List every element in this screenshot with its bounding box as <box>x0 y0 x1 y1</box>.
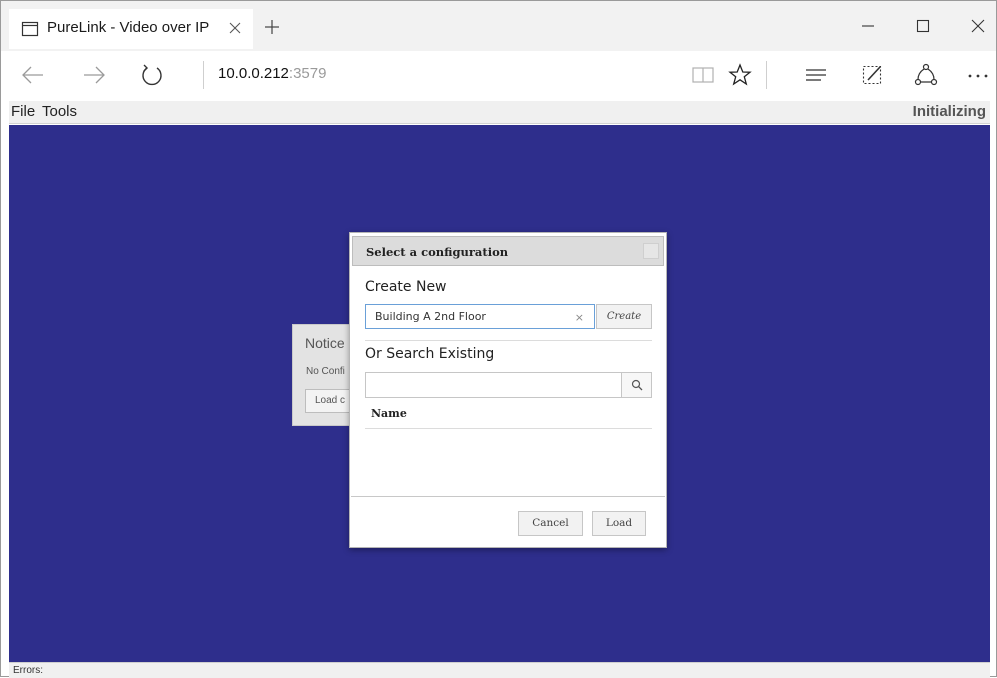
navigation-bar: 10.0.0.212:3579 <box>1 51 996 99</box>
close-window-icon[interactable] <box>967 15 989 37</box>
errors-bar: Errors: <box>9 662 990 678</box>
forward-icon[interactable] <box>81 62 107 88</box>
web-note-icon[interactable] <box>860 62 886 88</box>
tab-title: PureLink - Video over IP <box>47 19 210 36</box>
menu-tools[interactable]: Tools <box>42 103 77 120</box>
back-icon[interactable] <box>20 62 46 88</box>
configuration-list <box>365 430 652 494</box>
table-header-divider <box>365 428 652 429</box>
address-separator <box>203 61 204 89</box>
clear-input-icon[interactable]: × <box>575 311 584 324</box>
create-button[interactable]: Create <box>596 304 652 329</box>
errors-label: Errors: <box>13 665 43 676</box>
toolbar-separator <box>766 61 767 89</box>
search-field[interactable] <box>365 372 652 398</box>
section-divider <box>365 340 652 341</box>
dialog-title: Select a configuration <box>366 245 509 259</box>
dialog-close-button[interactable] <box>643 243 659 259</box>
search-existing-label: Or Search Existing <box>365 346 495 362</box>
select-configuration-dialog: Select a configuration Create New × Crea… <box>349 232 667 548</box>
status-text: Initializing <box>912 103 986 120</box>
search-input[interactable] <box>366 373 616 397</box>
load-button[interactable]: Load <box>592 511 646 536</box>
browser-tab-active[interactable]: PureLink - Video over IP <box>9 9 253 49</box>
address-host: 10.0.0.212 <box>218 65 289 82</box>
hub-icon[interactable] <box>803 62 829 88</box>
page-icon <box>21 21 39 37</box>
menu-file[interactable]: File <box>11 103 35 120</box>
cancel-button[interactable]: Cancel <box>518 511 583 536</box>
more-icon[interactable] <box>965 62 991 88</box>
configuration-name-input[interactable] <box>366 305 566 328</box>
footer-divider <box>351 496 665 497</box>
favorite-star-icon[interactable] <box>727 62 753 88</box>
search-icon <box>631 379 643 391</box>
browser-window: PureLink - Video over IP 10.0.0.212:3579… <box>0 0 997 678</box>
search-button[interactable] <box>621 373 651 397</box>
create-new-label: Create New <box>365 279 447 295</box>
notice-message: No Confi <box>306 366 345 377</box>
notice-title: Notice <box>305 335 345 351</box>
tab-bar: PureLink - Video over IP <box>1 1 996 51</box>
address-port: :3579 <box>288 65 327 82</box>
app-menubar: File Tools Initializing <box>9 101 990 124</box>
minimize-icon[interactable] <box>857 15 879 37</box>
address-bar[interactable]: 10.0.0.212:3579 <box>218 65 326 82</box>
refresh-icon[interactable] <box>139 62 165 88</box>
close-tab-icon[interactable] <box>227 20 243 36</box>
share-icon[interactable] <box>913 62 939 88</box>
reading-view-icon[interactable] <box>690 62 716 88</box>
name-column-header[interactable]: Name <box>371 407 407 420</box>
dialog-header: Select a configuration <box>352 236 664 266</box>
maximize-icon[interactable] <box>912 15 934 37</box>
new-tab-icon[interactable] <box>263 18 281 36</box>
configuration-name-field[interactable]: × <box>365 304 595 329</box>
